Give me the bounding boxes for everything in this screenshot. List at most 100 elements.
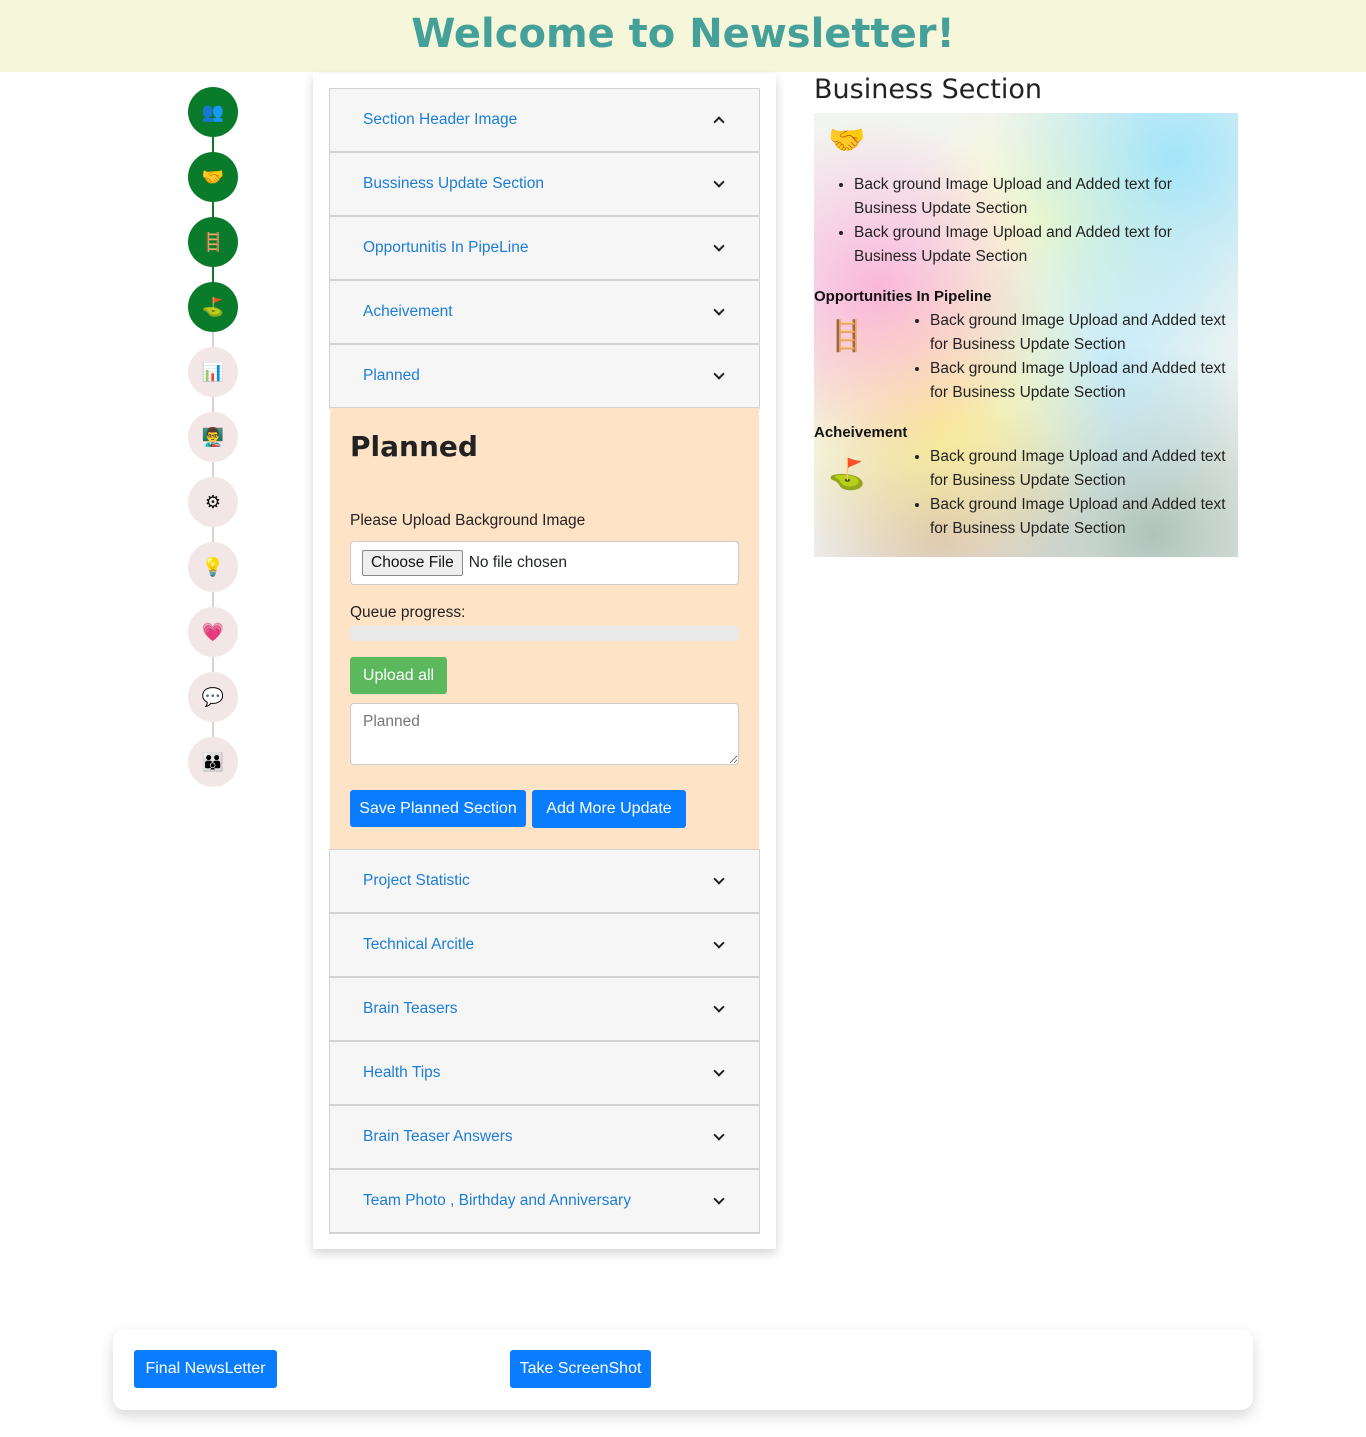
presenter-icon: 👨‍🏫 (201, 426, 225, 447)
chevron-down-icon (713, 936, 725, 949)
group-icon: 👪 (201, 751, 225, 772)
accordion-header[interactable]: Bussiness Update Section (330, 153, 759, 216)
queue-progress-bar (350, 626, 739, 641)
stepper-step[interactable]: 🪜 (188, 217, 238, 267)
stepper-step[interactable]: 🤝 (188, 152, 238, 202)
accordion-item[interactable]: Team Photo , Birthday and Anniversary (329, 1169, 760, 1234)
accordion-header[interactable]: Acheivement (330, 281, 759, 344)
stepper-connector (212, 202, 214, 217)
stepper-step[interactable]: 💬 (188, 672, 238, 722)
accordion-header[interactable]: Technical Arcitle (330, 914, 759, 977)
stepper-step[interactable]: 💡 (188, 542, 238, 592)
chart-board-icon: 📊 (201, 361, 225, 382)
accordion-item[interactable]: Technical Arcitle (329, 913, 760, 978)
accordion-header[interactable]: Opportunitis In PipeLine (330, 217, 759, 280)
accordion-label: Team Photo , Birthday and Anniversary (363, 1192, 631, 1209)
chevron-up-icon (713, 116, 725, 128)
stepper-connector (212, 722, 214, 737)
accordion-header[interactable]: Planned (330, 345, 759, 408)
stepper-step[interactable]: 💗 (188, 607, 238, 657)
list-item: Back ground Image Upload and Added text … (930, 357, 1238, 405)
stepper-connector (212, 332, 214, 347)
queue-label: Queue progress: (350, 604, 466, 621)
pipeline-list: Back ground Image Upload and Added text … (930, 309, 1238, 405)
chevron-down-icon (713, 303, 725, 316)
page-header: Welcome to Newsletter! (0, 0, 1366, 72)
achievement-heading: Acheivement (814, 424, 908, 441)
stepper-step[interactable]: 👪 (188, 737, 238, 787)
handshake-icon: 🤝 (828, 124, 866, 157)
stepper-step[interactable]: ⛳ (188, 282, 238, 332)
chevron-down-icon (713, 239, 725, 252)
stepper-connector (212, 137, 214, 152)
stepper-connector (212, 592, 214, 607)
gears-icon: ⚙ (204, 491, 222, 512)
list-item: Back ground Image Upload and Added text … (930, 493, 1238, 541)
add-more-update-button[interactable]: Add More Update (532, 790, 686, 828)
accordion-item[interactable]: Brain Teaser Answers (329, 1105, 760, 1170)
pipeline-heading: Opportunities In Pipeline (814, 288, 992, 305)
stepper-connector (212, 267, 214, 282)
accordion-label: Project Statistic (363, 872, 470, 889)
accordion-item[interactable]: Planned (329, 344, 760, 409)
upload-label: Please Upload Background Image (350, 512, 586, 529)
choose-file-button[interactable]: Choose File (362, 550, 463, 576)
chevron-down-icon (713, 1064, 725, 1077)
chevron-down-icon (713, 872, 725, 885)
accordion-header[interactable]: Brain Teaser Answers (330, 1106, 759, 1169)
flag-summit-icon: ⛳ (201, 296, 225, 317)
take-screenshot-button[interactable]: Take ScreenShot (510, 1350, 651, 1388)
stepper-connector (212, 397, 214, 412)
flag-summit-icon: ⛳ (828, 458, 866, 491)
chevron-down-icon (713, 367, 725, 380)
footer-card: Final NewsLetter Take ScreenShot (113, 1329, 1253, 1410)
stepper-step[interactable]: ⚙ (188, 477, 238, 527)
file-status: No file chosen (468, 554, 567, 571)
accordion-label: Technical Arcitle (363, 936, 475, 953)
accordion-item[interactable]: Opportunitis In PipeLine (329, 216, 760, 281)
stepper-connector (212, 527, 214, 542)
accordion-item[interactable]: Project Statistic (329, 849, 760, 914)
heart-pulse-icon: 💗 (201, 621, 225, 642)
list-item: Back ground Image Upload and Added text … (930, 309, 1238, 357)
final-newsletter-button[interactable]: Final NewsLetter (134, 1350, 277, 1388)
list-item: Back ground Image Upload and Added text … (930, 445, 1238, 493)
ladder-climb-icon: 🪜 (828, 320, 866, 353)
accordion-item[interactable]: Health Tips (329, 1041, 760, 1106)
stepper-step[interactable]: 📊 (188, 347, 238, 397)
list-item: Back ground Image Upload and Added text … (854, 173, 1214, 221)
chevron-down-icon (713, 1128, 725, 1141)
stepper-connector (212, 462, 214, 477)
accordion-label: Brain Teasers (363, 1000, 458, 1017)
accordion-label: Section Header Image (363, 111, 518, 128)
preview-title: Business Section (814, 74, 1042, 105)
upload-all-button[interactable]: Upload all (350, 657, 447, 694)
accordion-header[interactable]: Project Statistic (330, 850, 759, 913)
accordion-label: Brain Teaser Answers (363, 1128, 513, 1145)
stepper-connector (212, 657, 214, 672)
business-list: Back ground Image Upload and Added text … (854, 173, 1214, 269)
team-icon: 👥 (201, 101, 225, 122)
accordion-item[interactable]: Bussiness Update Section (329, 152, 760, 217)
handshake-icon: 🤝 (201, 166, 225, 187)
accordion-header[interactable]: Brain Teasers (330, 978, 759, 1041)
accordion-item[interactable]: Acheivement (329, 280, 760, 345)
stepper-step[interactable]: 👥 (188, 87, 238, 137)
chevron-down-icon (713, 1000, 725, 1013)
accordion-header[interactable]: Section Header Image (330, 89, 759, 152)
accordion-item[interactable]: Section Header Image (329, 88, 760, 153)
chevron-down-icon (713, 175, 725, 188)
accordion-label: Opportunitis In PipeLine (363, 239, 529, 256)
planned-textarea[interactable] (350, 703, 739, 765)
list-item: Back ground Image Upload and Added text … (854, 221, 1214, 269)
accordion-header[interactable]: Health Tips (330, 1042, 759, 1105)
accordion-label: Health Tips (363, 1064, 441, 1081)
file-input[interactable]: Choose File No file chosen (350, 541, 739, 585)
ladder-climb-icon: 🪜 (201, 231, 225, 252)
stepper-step[interactable]: 👨‍🏫 (188, 412, 238, 462)
accordion-header[interactable]: Team Photo , Birthday and Anniversary (330, 1170, 759, 1233)
save-planned-button[interactable]: Save Planned Section (350, 790, 526, 827)
lightbulb-icon: 💡 (201, 556, 225, 577)
chevron-down-icon (713, 1192, 725, 1205)
accordion-item[interactable]: Brain Teasers (329, 977, 760, 1042)
